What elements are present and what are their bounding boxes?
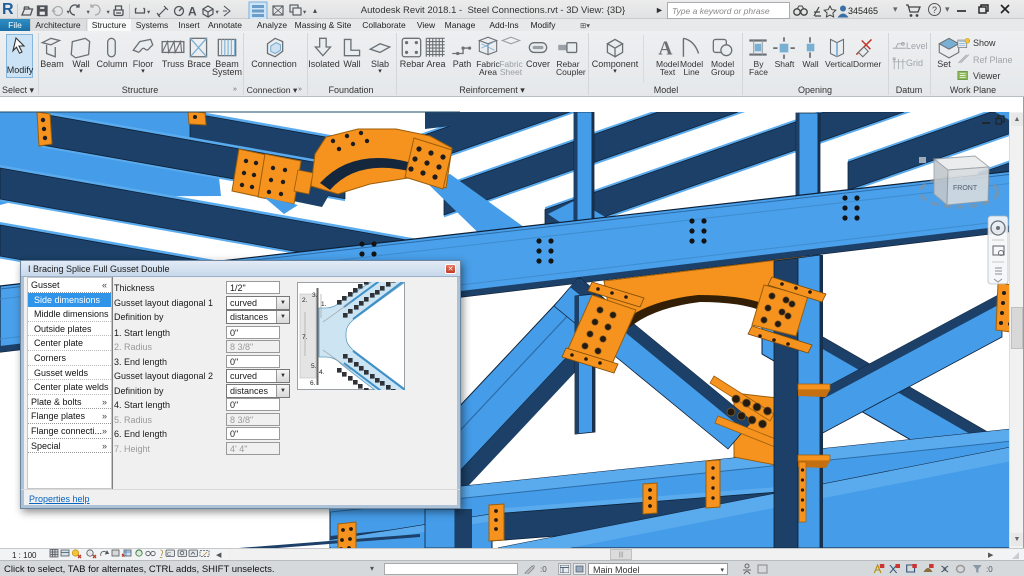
svg-text:6.: 6. [310, 380, 316, 387]
svg-text:▾: ▾ [216, 9, 220, 16]
svg-text:4.: 4. [319, 369, 325, 376]
svg-text:5.: 5. [311, 363, 317, 370]
svg-text:▾: ▾ [87, 9, 91, 16]
svg-text:A: A [188, 5, 197, 19]
svg-text:7.: 7. [302, 334, 308, 341]
svg-text:FRONT: FRONT [953, 185, 978, 192]
svg-text:3.: 3. [312, 292, 318, 299]
svg-text:C: C [167, 552, 171, 558]
svg-text:1.: 1. [321, 301, 327, 308]
svg-text:2.: 2. [302, 297, 308, 304]
svg-text:A: A [658, 39, 672, 59]
svg-text:▾: ▾ [147, 9, 151, 16]
svg-text:▾: ▾ [107, 9, 111, 16]
